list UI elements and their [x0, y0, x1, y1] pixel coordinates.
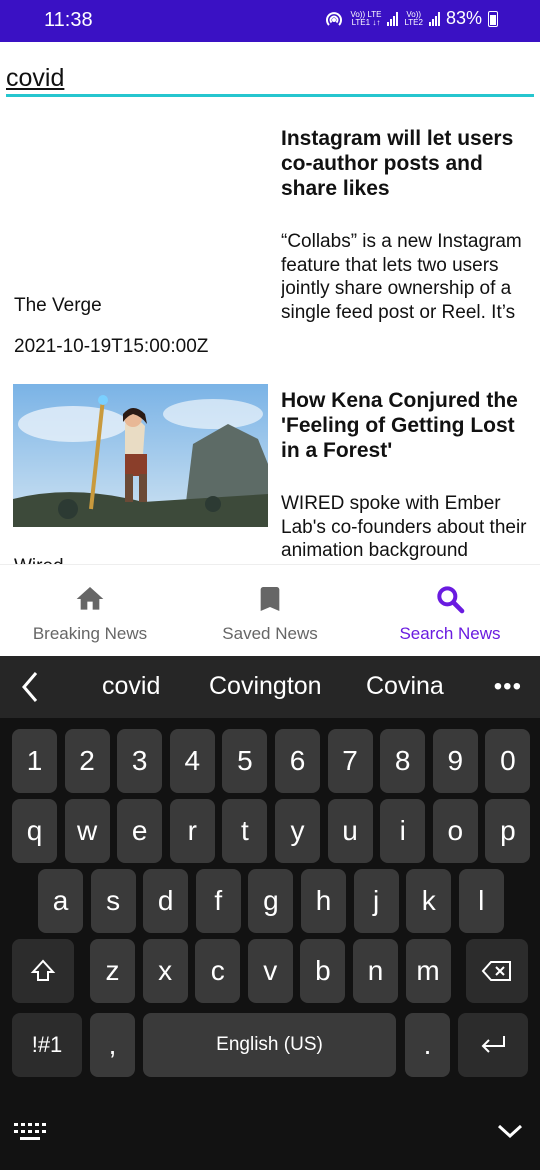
backspace-icon	[481, 961, 511, 981]
space-key[interactable]: English (US)	[143, 1013, 396, 1077]
status-icons: Vo)) LTE LTE1 ↓↑ Vo)) LTE2 83%	[324, 8, 498, 29]
key-g[interactable]: g	[248, 869, 294, 933]
key-s[interactable]: s	[90, 869, 136, 933]
key-u[interactable]: u	[327, 799, 373, 863]
key-5[interactable]: 5	[222, 729, 268, 793]
shift-key[interactable]	[12, 939, 74, 1003]
battery-icon	[488, 10, 498, 27]
key-6[interactable]: 6	[275, 729, 320, 793]
key-q[interactable]: q	[12, 799, 57, 863]
key-j[interactable]: j	[353, 869, 399, 933]
on-screen-keyboard: covid Covington Covina ••• 1234567890qwe…	[0, 656, 540, 1170]
key-z[interactable]: z	[90, 939, 135, 1003]
search-input[interactable]	[6, 58, 534, 98]
enter-key[interactable]	[458, 1013, 528, 1077]
nav-saved-news[interactable]: Saved News	[180, 565, 360, 657]
article-description: WIRED spoke with Ember Lab's co-founders…	[281, 493, 527, 561]
suggestion-bar: covid Covington Covina •••	[0, 656, 540, 718]
key-n[interactable]: n	[353, 939, 398, 1003]
key-2[interactable]: 2	[64, 729, 110, 793]
nav-label: Search News	[399, 624, 501, 643]
status-bar: 11:38 Vo)) LTE LTE1 ↓↑ Vo)) LTE2 83%	[0, 0, 540, 42]
key-w[interactable]: w	[64, 799, 110, 863]
key-e[interactable]: e	[117, 799, 163, 863]
nav-label: Saved News	[222, 624, 318, 643]
hide-keyboard-icon[interactable]	[496, 1120, 524, 1142]
key-x[interactable]: x	[142, 939, 188, 1003]
suggestion-item[interactable]: Covington	[209, 672, 322, 701]
key-0[interactable]: 0	[485, 729, 531, 793]
article-card[interactable]: Wired How Kena Conjured the 'Feeling of …	[0, 372, 540, 564]
period-key[interactable]: .	[405, 1013, 450, 1077]
search-underline	[6, 94, 534, 97]
key-b[interactable]: b	[300, 939, 346, 1003]
key-y[interactable]: y	[275, 799, 320, 863]
key-a[interactable]: a	[38, 869, 83, 933]
suggestion-item[interactable]: covid	[102, 672, 160, 701]
article-title: How Kena Conjured the 'Feeling of Gettin…	[281, 389, 518, 462]
nav-search-news[interactable]: Search News	[360, 565, 540, 657]
comma-key[interactable]: ,	[90, 1013, 135, 1077]
backspace-key[interactable]	[466, 939, 528, 1003]
signal-icon	[387, 11, 399, 26]
key-v[interactable]: v	[247, 939, 293, 1003]
key-t[interactable]: t	[222, 799, 268, 863]
key-4[interactable]: 4	[169, 729, 215, 793]
article-card[interactable]: The Verge 2021-10-19T15:00:00Z Instagram…	[0, 110, 540, 372]
bookmark-icon	[260, 587, 280, 611]
key-3[interactable]: 3	[117, 729, 163, 793]
bottom-navigation: Breaking News Saved News Search News	[0, 564, 540, 656]
key-i[interactable]: i	[380, 799, 426, 863]
suggestion-item[interactable]: Covina	[366, 672, 444, 701]
article-title: Instagram will let users co-author posts…	[281, 127, 514, 200]
chevron-left-icon[interactable]	[16, 670, 46, 704]
key-7[interactable]: 7	[327, 729, 373, 793]
key-p[interactable]: p	[485, 799, 531, 863]
article-date: 2021-10-19T15:00:00Z	[14, 336, 209, 357]
article-description: “Collabs” is a new Instagram feature tha…	[281, 231, 522, 323]
search-icon	[437, 586, 465, 614]
key-9[interactable]: 9	[432, 729, 478, 793]
signal-icon	[428, 11, 440, 26]
article-source: Wired	[14, 556, 64, 564]
status-time: 11:38	[44, 9, 93, 31]
home-icon	[76, 587, 104, 610]
more-suggestions-button[interactable]: •••	[494, 673, 522, 701]
article-source: The Verge	[14, 295, 102, 316]
key-h[interactable]: h	[301, 869, 346, 933]
article-image	[13, 122, 268, 265]
search-bar	[0, 42, 540, 102]
key-k[interactable]: k	[406, 869, 452, 933]
key-d[interactable]: d	[143, 869, 189, 933]
key-l[interactable]: l	[458, 869, 504, 933]
shift-icon	[30, 959, 56, 981]
lte2-indicator: Vo)) LTE2	[404, 9, 423, 27]
key-c[interactable]: c	[195, 939, 241, 1003]
enter-icon	[481, 1036, 505, 1053]
lte1-indicator: Vo)) LTE LTE1 ↓↑	[350, 9, 382, 27]
symbols-key[interactable]: !#1	[12, 1013, 82, 1077]
article-image	[13, 384, 268, 527]
key-f[interactable]: f	[195, 869, 241, 933]
key-8[interactable]: 8	[380, 729, 426, 793]
key-m[interactable]: m	[405, 939, 451, 1003]
key-r[interactable]: r	[169, 799, 215, 863]
nav-breaking-news[interactable]: Breaking News	[0, 565, 180, 657]
key-1[interactable]: 1	[12, 729, 57, 793]
nav-label: Breaking News	[32, 624, 148, 643]
battery-percent: 83%	[445, 8, 482, 28]
hotspot-icon	[326, 11, 343, 26]
keyboard-switch-icon[interactable]	[14, 1121, 48, 1143]
key-o[interactable]: o	[432, 799, 478, 863]
kena-artwork-image	[13, 384, 268, 527]
